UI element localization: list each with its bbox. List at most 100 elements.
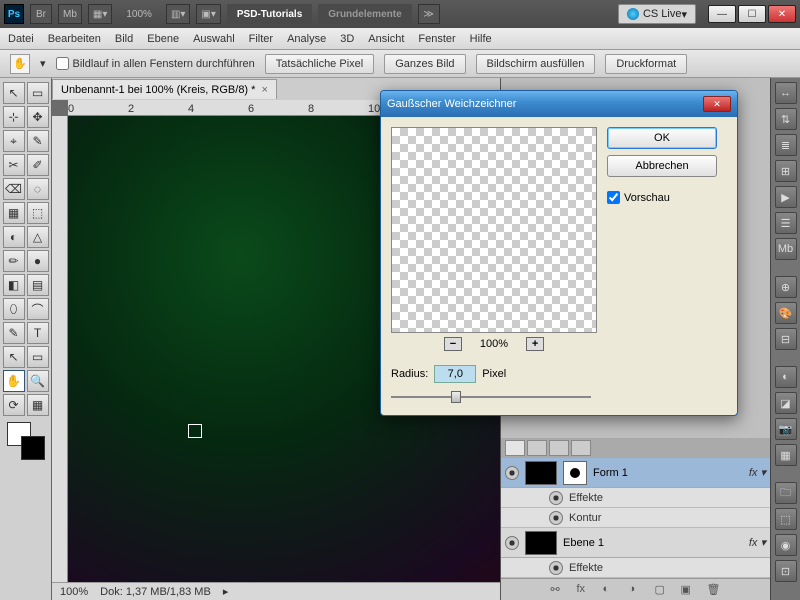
tool-button[interactable]: ● (27, 250, 49, 272)
menu-bild[interactable]: Bild (115, 33, 133, 45)
visibility-icon[interactable] (549, 561, 563, 575)
fx-icon[interactable]: fx (577, 583, 591, 597)
effects-row[interactable]: Effekte (501, 558, 770, 578)
dock-panel-icon[interactable]: ⊞ (775, 160, 797, 182)
tool-button[interactable]: T (27, 322, 49, 344)
tool-button[interactable]: 🔍 (27, 370, 49, 392)
radius-input[interactable] (434, 365, 476, 383)
dock-panel-icon[interactable]: ⊡ (775, 560, 797, 582)
tool-button[interactable]: ✋ (3, 370, 25, 392)
dock-panel-icon[interactable]: ≣ (775, 134, 797, 156)
ok-button[interactable]: OK (607, 127, 717, 149)
close-icon[interactable]: × (261, 84, 267, 96)
tool-button[interactable]: ◐ (3, 226, 25, 248)
panel-tab[interactable] (527, 440, 547, 456)
dock-panel-icon[interactable]: ☰ (775, 212, 797, 234)
folder-icon[interactable]: ▢ (655, 583, 669, 597)
menu-filter[interactable]: Filter (249, 33, 273, 45)
tool-button[interactable]: ⬚ (27, 202, 49, 224)
menu-ansicht[interactable]: Ansicht (368, 33, 404, 45)
panel-tab[interactable] (505, 440, 525, 456)
layer-thumbnail[interactable] (525, 461, 557, 485)
dock-panel-icon[interactable]: 🎨 (775, 302, 797, 324)
layer-row[interactable]: Form 1fx ▾ (501, 458, 770, 488)
scroll-all-checkbox[interactable]: Bildlauf in allen Fenstern durchführen (56, 57, 255, 70)
tool-button[interactable]: ▭ (27, 82, 49, 104)
radius-slider[interactable] (391, 389, 591, 405)
tool-button[interactable]: ◧ (3, 274, 25, 296)
dock-panel-icon[interactable]: ⇅ (775, 108, 797, 130)
zoom-display[interactable]: 100% (118, 9, 160, 20)
tool-button[interactable]: ▭ (27, 346, 49, 368)
visibility-icon[interactable] (505, 466, 519, 480)
tool-button[interactable]: ✎ (3, 322, 25, 344)
dock-panel-icon[interactable]: ◪ (775, 392, 797, 414)
color-swatch[interactable] (7, 422, 45, 460)
tool-button[interactable]: ✎ (27, 130, 49, 152)
cs-live-button[interactable]: CS Live ▾ (618, 4, 696, 24)
menu-datei[interactable]: Datei (8, 33, 34, 45)
zoom-out-button[interactable]: − (444, 337, 462, 351)
fill-screen-button[interactable]: Bildschirm ausfüllen (476, 54, 596, 74)
tool-button[interactable]: ▤ (27, 274, 49, 296)
window-close[interactable]: ✕ (768, 5, 796, 23)
visibility-icon[interactable] (549, 511, 563, 525)
layer-thumbnail[interactable] (525, 531, 557, 555)
adjustment-icon[interactable]: ◑ (629, 583, 643, 597)
tool-button[interactable]: ◌ (27, 178, 49, 200)
tool-button[interactable]: ⌒ (27, 298, 49, 320)
dock-panel-icon[interactable]: 🗀 (775, 482, 797, 504)
zoom-in-button[interactable]: + (526, 337, 544, 351)
tool-button[interactable]: ✐ (27, 154, 49, 176)
visibility-icon[interactable] (505, 536, 519, 550)
screen-mode-icon[interactable]: ▣▾ (196, 4, 220, 24)
print-size-button[interactable]: Druckformat (605, 54, 687, 74)
tool-button[interactable]: ⊹ (3, 106, 25, 128)
new-layer-icon[interactable]: ▣ (681, 583, 695, 597)
preview-checkbox[interactable]: Vorschau (607, 191, 717, 204)
tool-button[interactable]: ↖ (3, 82, 25, 104)
dialog-title-bar[interactable]: Gaußscher Weichzeichner ✕ (381, 91, 737, 117)
dock-panel-icon[interactable]: ⊟ (775, 328, 797, 350)
dock-panel-icon[interactable]: ⊕ (775, 276, 797, 298)
tool-button[interactable]: ✂ (3, 154, 25, 176)
dock-panel-icon[interactable]: ↔ (775, 82, 797, 104)
menu-hilfe[interactable]: Hilfe (470, 33, 492, 45)
status-menu-icon[interactable]: ▸ (223, 585, 229, 598)
effect-item-row[interactable]: Kontur (501, 508, 770, 528)
fit-screen-button[interactable]: Ganzes Bild (384, 54, 465, 74)
layer-row[interactable]: Ebene 1fx ▾ (501, 528, 770, 558)
dock-panel-icon[interactable]: 📷 (775, 418, 797, 440)
tool-button[interactable]: ▦ (3, 202, 25, 224)
menu-fenster[interactable]: Fenster (418, 33, 455, 45)
hand-tool-icon[interactable]: ✋ (10, 54, 30, 74)
tool-button[interactable]: ⬯ (3, 298, 25, 320)
dropdown-icon[interactable]: ▾ (40, 57, 46, 70)
tool-button[interactable]: ⌖ (3, 130, 25, 152)
dock-panel-icon[interactable]: Mb (775, 238, 797, 260)
tool-button[interactable]: ▦ (27, 394, 49, 416)
tool-button[interactable]: ⟳ (3, 394, 25, 416)
dock-panel-icon[interactable]: ⬚ (775, 508, 797, 530)
tool-button[interactable]: ↖ (3, 346, 25, 368)
tool-button[interactable]: ⌫ (3, 178, 25, 200)
dock-panel-icon[interactable]: ◉ (775, 534, 797, 556)
mask-icon[interactable]: ◐ (603, 583, 617, 597)
tool-button[interactable]: ✥ (27, 106, 49, 128)
menu-3d[interactable]: 3D (340, 33, 354, 45)
panel-tab[interactable] (549, 440, 569, 456)
link-icon[interactable]: ⚯ (551, 583, 565, 597)
fx-badge[interactable]: fx ▾ (749, 466, 766, 479)
status-zoom[interactable]: 100% (60, 586, 88, 598)
minibridge-icon[interactable]: Mb (58, 4, 82, 24)
panel-tab[interactable] (571, 440, 591, 456)
tool-button[interactable]: ✏ (3, 250, 25, 272)
fx-badge[interactable]: fx ▾ (749, 536, 766, 549)
view-extras-icon[interactable]: ▦▾ (88, 4, 112, 24)
workspace-tab-psd[interactable]: PSD-Tutorials (227, 4, 312, 24)
window-maximize[interactable]: ☐ (738, 5, 766, 23)
tool-button[interactable]: △ (27, 226, 49, 248)
window-minimize[interactable]: — (708, 5, 736, 23)
menu-auswahl[interactable]: Auswahl (193, 33, 235, 45)
menu-ebene[interactable]: Ebene (147, 33, 179, 45)
